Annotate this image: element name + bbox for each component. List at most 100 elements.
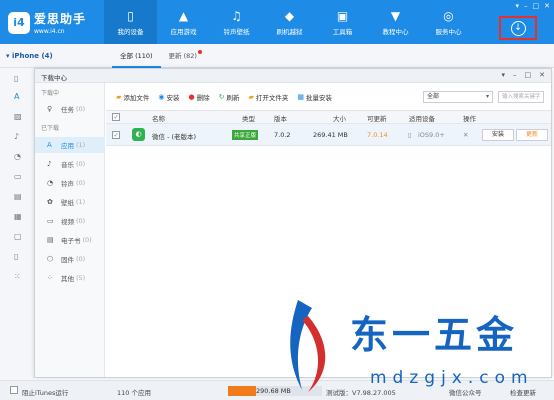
item-count: (0) xyxy=(76,160,86,168)
sidebar-item-wallpapers[interactable]: ✿ 壁纸 (1) xyxy=(35,194,105,210)
sidebar-item-music[interactable]: ♪ 音乐 (0) xyxy=(35,156,105,172)
dropdown-icon[interactable]: ▾ xyxy=(515,2,519,10)
block-itunes-checkbox[interactable] xyxy=(10,386,18,394)
refresh-icon: ↻ xyxy=(218,92,225,101)
chevron-down-icon: ▾ xyxy=(485,93,489,100)
main-nav: ▯ 我的设备 ▲ 应用游戏 ♫ 铃声壁纸 ◆ 刷机越狱 ▣ 工具箱 ▼ 教程中心… xyxy=(104,0,475,44)
table-row[interactable]: ✓ ◐ 微信 - (老版本) 共享正版 7.0.2 269.41 MB 7.0.… xyxy=(106,124,551,146)
nav-service-center[interactable]: ◎ 服务中心 xyxy=(422,0,475,44)
video-icon: ▭ xyxy=(47,217,54,225)
download-center-button[interactable]: ↓ xyxy=(499,16,537,40)
app-icon[interactable]: A xyxy=(14,92,24,102)
dialog-titlebar: 下载中心 ▾ – □ ✕ xyxy=(35,69,551,83)
sidebar-item-videos[interactable]: ▭ 视频 (0) xyxy=(35,213,105,229)
watermark-logo-icon xyxy=(290,300,326,392)
nav-flash-jailbreak[interactable]: ◆ 刷机越狱 xyxy=(263,0,316,44)
nav-ringtones-wallpapers[interactable]: ♫ 铃声壁纸 xyxy=(210,0,263,44)
select-all-checkbox[interactable]: ✓ xyxy=(112,113,120,121)
maximize-icon[interactable]: □ xyxy=(533,2,540,10)
item-label: 其他 xyxy=(61,275,74,283)
nav-apps-games[interactable]: ▲ 应用游戏 xyxy=(157,0,210,44)
sidebar-item-ebooks[interactable]: ▤ 电子书 (0) xyxy=(35,232,105,248)
dialog-title: 下载中心 xyxy=(41,74,67,82)
bell-icon[interactable]: ◔ xyxy=(14,152,24,162)
filter-select[interactable]: 全部 ▾ xyxy=(423,91,493,103)
sidebar-item-firmware[interactable]: ⬡ 固件 (0) xyxy=(35,251,105,267)
dialog-maximize-icon[interactable]: □ xyxy=(525,71,532,79)
apps-icon: ▲ xyxy=(178,8,189,23)
item-count: (0) xyxy=(82,236,92,244)
minimize-icon[interactable]: – xyxy=(524,2,528,10)
search-input[interactable]: 输入搜索关键字 xyxy=(498,91,544,103)
row-device: iOS9.0+ xyxy=(418,131,445,139)
folder-icon[interactable]: ▢ xyxy=(14,232,24,242)
photo-icon[interactable]: ▨ xyxy=(14,112,24,122)
close-icon[interactable]: ✕ xyxy=(544,2,550,10)
device-icon[interactable]: ▯ xyxy=(14,74,24,84)
col-device[interactable]: 适用设备 xyxy=(409,113,435,123)
item-label: 固件 xyxy=(61,256,74,264)
delete-button[interactable]: ● 删除 xyxy=(189,92,210,102)
col-version[interactable]: 版本 xyxy=(274,113,287,123)
col-size[interactable]: 大小 xyxy=(333,113,346,123)
dialog-minimize-icon[interactable]: – xyxy=(513,71,517,79)
nav-label: 我的设备 xyxy=(117,27,144,36)
nav-label: 应用游戏 xyxy=(170,27,197,36)
logo-url: www.i4.cn xyxy=(34,28,65,35)
item-count: (0) xyxy=(76,217,86,225)
nav-my-device[interactable]: ▯ 我的设备 xyxy=(104,0,157,44)
toolbox-icon: ▣ xyxy=(336,8,349,23)
dialog-dropdown-icon[interactable]: ▾ xyxy=(501,71,505,79)
open-folder-icon: ▰ xyxy=(248,92,254,101)
file-icon[interactable]: ▯ xyxy=(14,252,24,262)
batch-install-icon: ▦ xyxy=(297,92,304,101)
item-label: 铃声 xyxy=(61,180,74,188)
install-button[interactable]: ◉ 安装 xyxy=(158,92,179,102)
sidebar-item-other[interactable]: ⁘ 其他 (5) xyxy=(35,270,105,286)
compass-icon: ◎ xyxy=(443,8,454,23)
music-icon[interactable]: ♪ xyxy=(14,132,24,142)
refresh-button[interactable]: ↻ 刷新 xyxy=(219,92,240,102)
remove-icon[interactable]: ✕ xyxy=(463,131,468,139)
col-updatable[interactable]: 可更新 xyxy=(367,113,387,123)
item-label: 壁纸 xyxy=(61,199,74,207)
nav-toolbox[interactable]: ▣ 工具箱 xyxy=(316,0,369,44)
add-file-label: 添加文件 xyxy=(123,93,150,102)
install-app-button[interactable]: 安装 xyxy=(482,129,514,141)
update-app-button[interactable]: 更新 xyxy=(516,129,548,141)
open-folder-label: 打开文件夹 xyxy=(255,93,289,102)
sidebar-item-tasks[interactable]: ♀ 任务 (0) xyxy=(35,101,105,117)
batch-install-label: 批量安装 xyxy=(306,93,332,102)
batch-install-button[interactable]: ▦ 批量安装 xyxy=(297,92,332,102)
tab-updates-label: 更新 (82) xyxy=(168,52,197,60)
more-icon[interactable]: ⁙ xyxy=(14,272,24,282)
video-icon[interactable]: ▭ xyxy=(14,172,24,182)
sidebar-item-apps[interactable]: A 应用 (1) xyxy=(35,137,105,153)
open-folder-button[interactable]: ▰ 打开文件夹 xyxy=(248,92,288,102)
nav-tutorials[interactable]: ▼ 教程中心 xyxy=(369,0,422,44)
data-icon[interactable]: ▦ xyxy=(14,212,24,222)
item-label: 音乐 xyxy=(61,161,74,169)
wallpaper-icon: ✿ xyxy=(47,198,53,206)
row-update-version: 7.0.14 xyxy=(367,131,388,139)
item-count: (1) xyxy=(76,198,86,206)
phone-icon: ▯ xyxy=(127,8,134,23)
tab-all[interactable]: 全部 (110) xyxy=(112,44,161,68)
row-checkbox[interactable]: ✓ xyxy=(112,131,120,139)
book-icon[interactable]: ▤ xyxy=(14,192,24,202)
nav-label: 服务中心 xyxy=(435,27,462,36)
sidebar-item-ringtones[interactable]: ◔ 铃声 (0) xyxy=(35,175,105,191)
col-type[interactable]: 类型 xyxy=(242,113,255,123)
col-name[interactable]: 名称 xyxy=(152,113,165,123)
item-count: (0) xyxy=(76,179,86,187)
ebook-icon: ▤ xyxy=(47,236,54,244)
nav-label: 教程中心 xyxy=(382,27,409,36)
notification-dot xyxy=(197,50,202,54)
add-file-button[interactable]: ▰ 添加文件 xyxy=(116,92,149,102)
side-icon-strip: ▯ A ▨ ♪ ◔ ▭ ▤ ▦ ▢ ▯ ⁙ xyxy=(0,68,34,384)
delete-icon: ● xyxy=(188,92,195,101)
tab-updates[interactable]: 更新 (82) xyxy=(161,44,205,68)
device-selector[interactable]: ▾ iPhone (4) xyxy=(6,52,53,60)
dialog-close-icon[interactable]: ✕ xyxy=(539,71,545,79)
watermark-text: 东一五金 xyxy=(350,312,519,357)
